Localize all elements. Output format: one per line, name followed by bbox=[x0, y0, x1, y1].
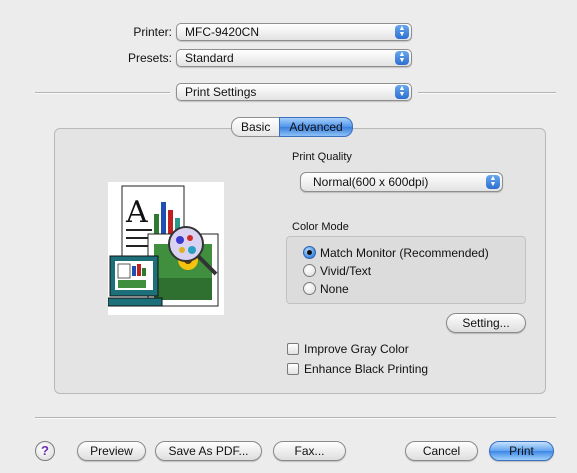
radio-button[interactable] bbox=[303, 282, 316, 295]
print-quality-select[interactable]: Normal(600 x 600dpi) ▲ ▼ bbox=[300, 172, 503, 192]
print-button[interactable]: Print bbox=[489, 441, 554, 461]
presets-label: Presets: bbox=[127, 51, 172, 65]
print-quality-label: Print Quality bbox=[292, 151, 352, 163]
color-mode-label: Color Mode bbox=[292, 221, 349, 233]
printer-document-icon: A bbox=[107, 185, 219, 307]
radio-button[interactable] bbox=[303, 264, 316, 277]
panel-select-value: Print Settings bbox=[185, 85, 257, 99]
cancel-button[interactable]: Cancel bbox=[405, 441, 478, 461]
checkbox-label: Enhance Black Printing bbox=[304, 362, 429, 376]
panel-select[interactable]: Print Settings ▲ ▼ bbox=[176, 83, 412, 101]
popup-arrows-icon: ▲ ▼ bbox=[395, 25, 409, 39]
printer-select[interactable]: MFC-9420CN ▲ ▼ bbox=[176, 23, 412, 41]
popup-arrows-icon: ▲ ▼ bbox=[395, 85, 409, 99]
checkbox[interactable] bbox=[287, 343, 299, 355]
separator bbox=[418, 92, 556, 94]
fax-button[interactable]: Fax... bbox=[273, 441, 346, 461]
presets-select[interactable]: Standard ▲ ▼ bbox=[176, 49, 412, 67]
illustration-letter: A bbox=[125, 195, 148, 230]
preview-button[interactable]: Preview bbox=[77, 441, 146, 461]
radio-button-selected[interactable] bbox=[303, 246, 316, 259]
print-quality-value: Normal(600 x 600dpi) bbox=[313, 175, 429, 189]
popup-arrows-icon: ▲ ▼ bbox=[395, 51, 409, 65]
separator bbox=[35, 417, 556, 419]
print-quality-illustration: A bbox=[107, 182, 224, 315]
tab-basic[interactable]: Basic bbox=[231, 117, 280, 137]
printer-select-value: MFC-9420CN bbox=[185, 25, 260, 39]
popup-arrows-icon: ▲ ▼ bbox=[486, 175, 500, 189]
checkbox[interactable] bbox=[287, 363, 299, 375]
radio-label: Match Monitor (Recommended) bbox=[320, 246, 489, 260]
save-as-pdf-button[interactable]: Save As PDF... bbox=[155, 441, 262, 461]
radio-label: Vivid/Text bbox=[320, 264, 372, 278]
help-button[interactable]: ? bbox=[35, 441, 55, 461]
printer-label: Printer: bbox=[133, 25, 172, 39]
tab-advanced[interactable]: Advanced bbox=[279, 117, 353, 137]
tab-bar: Basic Advanced bbox=[231, 117, 353, 137]
separator bbox=[35, 92, 170, 94]
radio-label: None bbox=[320, 282, 349, 296]
presets-select-value: Standard bbox=[185, 51, 234, 65]
checkbox-label: Improve Gray Color bbox=[304, 342, 409, 356]
setting-button[interactable]: Setting... bbox=[446, 313, 526, 333]
